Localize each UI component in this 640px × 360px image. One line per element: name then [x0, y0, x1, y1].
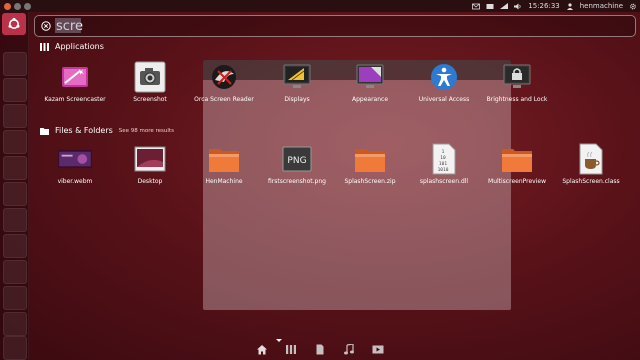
java-class-icon [579, 143, 603, 175]
launcher-item-app[interactable] [3, 104, 27, 128]
app-displays[interactable]: Displays [260, 60, 334, 103]
top-panel: 15:26:33 henmachine [0, 0, 640, 12]
app-label: Universal Access [418, 96, 470, 103]
files-folders-title: Files & Folders [55, 126, 113, 135]
brightness-lock-icon [503, 64, 531, 88]
launcher-item-firefox[interactable] [3, 78, 27, 102]
launcher-item-app[interactable] [3, 208, 27, 232]
png-badge: PNG [287, 156, 306, 166]
launcher-item-files[interactable] [3, 52, 27, 76]
user-name[interactable]: henmachine [580, 2, 623, 10]
app-label: Brightness and Lock [486, 96, 548, 103]
file-label: firstscreenshot.png [268, 178, 326, 185]
app-universal-access[interactable]: Universal Access [407, 60, 481, 103]
file-label: viber.webm [57, 178, 93, 185]
app-kazam-screencaster[interactable]: Kazam Screencaster [38, 60, 112, 103]
app-orca-screen-reader[interactable]: Orca Screen Reader [187, 60, 261, 103]
home-lens-icon[interactable] [256, 344, 268, 355]
kazam-icon [62, 67, 88, 87]
app-label: Appearance [351, 96, 389, 103]
displays-icon [283, 64, 311, 88]
launcher [0, 12, 29, 360]
window-maximize-button[interactable] [24, 2, 31, 10]
file-label: splashscreen.dll [419, 178, 469, 185]
volume-icon[interactable] [514, 3, 522, 10]
app-label: Displays [284, 96, 310, 103]
file-splashscreen-zip[interactable]: SplashScreen.zip [333, 142, 407, 185]
folder-icon [502, 149, 532, 172]
panel-indicators: 15:26:33 henmachine [472, 0, 637, 12]
video-lens-icon[interactable] [372, 344, 384, 355]
desktop-folder-icon [134, 146, 166, 172]
file-label: SplashScreen.class [562, 178, 620, 185]
launcher-item-editor[interactable] [3, 260, 27, 284]
network-icon[interactable] [500, 2, 509, 10]
png-file-icon: PNG [282, 146, 312, 172]
applications-category-icon [40, 42, 49, 51]
appearance-icon [356, 64, 384, 88]
file-label: MultiscreenPreview [488, 178, 546, 185]
app-brightness-and-lock[interactable]: Brightness and Lock [480, 60, 554, 103]
files-folders-header[interactable]: Files & Folders See 98 more results [40, 126, 174, 135]
app-appearance[interactable]: Appearance [333, 60, 407, 103]
zip-folder-icon [355, 149, 385, 172]
video-thumbnail-icon [58, 149, 92, 169]
launcher-item-workspaces[interactable] [3, 312, 27, 336]
file-multiscreenpreview[interactable]: MultiscreenPreview [480, 142, 554, 185]
search-bar [34, 15, 636, 37]
launcher-item-vlc[interactable] [3, 234, 27, 258]
universal-access-icon [431, 64, 457, 90]
screenshot-icon [134, 61, 166, 93]
mail-icon[interactable] [472, 3, 481, 10]
user-icon [566, 2, 573, 10]
file-viber-webm[interactable]: viber.webm [38, 142, 112, 185]
dash-home-button[interactable] [2, 13, 26, 35]
launcher-item-viber[interactable] [3, 156, 27, 180]
file-desktop[interactable]: Desktop [113, 142, 187, 185]
launcher-item-app[interactable] [3, 286, 27, 310]
binary-line: 1010 [438, 167, 449, 173]
app-label: Screenshot [133, 96, 167, 103]
binary-line: 1 [442, 149, 445, 155]
clock[interactable]: 15:26:33 [528, 2, 559, 10]
applications-lens-icon[interactable] [285, 344, 297, 355]
orca-icon [212, 65, 236, 89]
file-firstscreenshot-png[interactable]: PNG firstscreenshot.png [260, 142, 334, 185]
applications-header[interactable]: Applications [40, 42, 104, 51]
file-label: Desktop [137, 178, 163, 185]
launcher-item-skype[interactable] [3, 182, 27, 206]
see-more-results-link[interactable]: See 98 more results [119, 128, 174, 134]
ubuntu-logo-icon [8, 17, 20, 29]
file-label: HenMachine [205, 178, 243, 185]
gear-icon[interactable] [629, 3, 637, 10]
file-splashscreen-class[interactable]: SplashScreen.class [554, 142, 628, 185]
keyboard-icon[interactable] [486, 3, 494, 10]
search-input[interactable] [56, 18, 616, 34]
launcher-item-app[interactable] [3, 130, 27, 154]
applications-title: Applications [55, 42, 104, 51]
app-label: Kazam Screencaster [44, 96, 106, 103]
files-lens-icon[interactable] [314, 344, 326, 355]
folder-icon [209, 149, 239, 172]
file-henmachine[interactable]: HenMachine [187, 142, 261, 185]
lens-bar [0, 338, 640, 360]
app-screenshot[interactable]: Screenshot [113, 60, 187, 103]
window-close-button[interactable] [4, 2, 11, 10]
window-minimize-button[interactable] [14, 2, 21, 10]
binary-line: 101 [439, 161, 447, 167]
folder-category-icon [40, 127, 49, 135]
app-label: Orca Screen Reader [194, 96, 254, 103]
music-lens-icon[interactable] [343, 343, 355, 355]
binary-line: 10 [440, 155, 446, 161]
file-splashscreen-dll[interactable]: 1 10 101 1010 splashscreen.dll [407, 142, 481, 185]
clear-search-icon[interactable] [41, 21, 51, 31]
file-label: SplashScreen.zip [344, 178, 396, 185]
binary-file-icon: 1 10 101 1010 [432, 143, 456, 175]
